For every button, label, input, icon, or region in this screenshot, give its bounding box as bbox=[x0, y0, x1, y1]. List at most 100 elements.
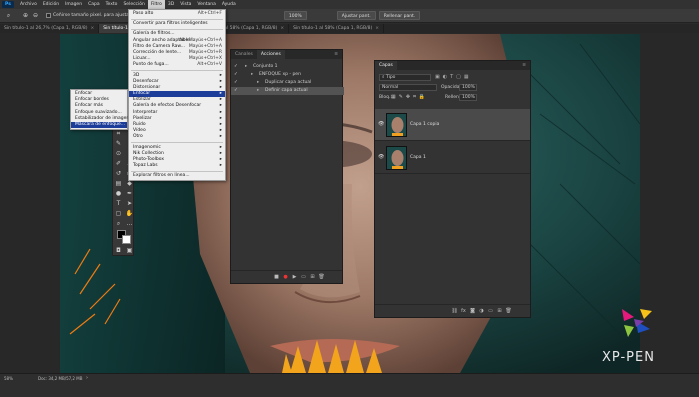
layer-style-icon[interactable]: fx bbox=[460, 308, 467, 315]
action-row[interactable]: ✓ ▸ Conjunto 1 bbox=[231, 63, 344, 71]
document-tab-label: Sin título-1 al 26,7% (Capa 1, RGB/8) bbox=[4, 26, 88, 31]
path-selection-tool-icon[interactable]: ➤ bbox=[125, 199, 134, 208]
action-check-icon[interactable]: ✓ bbox=[234, 87, 240, 95]
menu-vista[interactable]: Vista bbox=[177, 0, 194, 9]
expand-arrow-icon[interactable]: ▸ bbox=[251, 71, 253, 79]
document-tab[interactable]: Sin título-1 al 58% (Capa 1, RGB/8)× bbox=[289, 24, 385, 33]
new-set-icon[interactable]: ▭ bbox=[300, 274, 307, 281]
gradient-tool-icon[interactable]: ▤ bbox=[114, 179, 123, 188]
layer-row[interactable]: 👁 Capa 1 bbox=[375, 142, 530, 174]
status-arrow-icon[interactable]: › bbox=[86, 375, 88, 381]
menu-item-label: Pixelizar bbox=[133, 115, 152, 121]
stop-icon[interactable]: ■ bbox=[273, 274, 280, 281]
history-brush-tool-icon[interactable]: ↺ bbox=[114, 169, 123, 178]
panel-menu-icon[interactable]: ≡ bbox=[518, 61, 530, 70]
screen-mode-icon[interactable]: ▣ bbox=[125, 246, 134, 255]
menu-ventana[interactable]: Ventana bbox=[194, 0, 218, 9]
delete-action-icon[interactable]: 🗑 bbox=[318, 274, 325, 281]
menu-item[interactable]: Paso alto Alt+Ctrl+F bbox=[129, 11, 225, 17]
new-group-icon[interactable]: ▭ bbox=[487, 308, 494, 315]
layer-filter-select[interactable]: ⌕ Tipo bbox=[379, 74, 431, 81]
fit-screen-button[interactable]: Ajustar pant. bbox=[336, 11, 376, 20]
menu-edici-n[interactable]: Edición bbox=[40, 0, 62, 9]
opacity-input[interactable]: 100% bbox=[459, 84, 477, 91]
menu-imagen[interactable]: Imagen bbox=[62, 0, 85, 9]
menu-archivo[interactable]: Archivo bbox=[17, 0, 40, 9]
menu-item[interactable]: Punto de fuga... Alt+Ctrl+V bbox=[129, 62, 225, 68]
action-row[interactable]: ✓ ▸ ENFOQUE xp - pen bbox=[231, 71, 344, 79]
resize-windows-checkbox[interactable] bbox=[46, 13, 51, 18]
zoom-tool-icon[interactable]: ⌕ bbox=[114, 219, 123, 228]
menu-item-label: Estilizar bbox=[133, 97, 151, 103]
menu-item-label: Enfocar bbox=[75, 91, 93, 96]
play-icon[interactable]: ▶ bbox=[291, 274, 298, 281]
menu-item-label: Filtro de Camera Raw... bbox=[133, 43, 185, 49]
action-check-icon[interactable]: ✓ bbox=[234, 63, 240, 71]
action-row[interactable]: ✓ ▸ Definir capa actual bbox=[231, 87, 344, 95]
tab-actions[interactable]: Acciones bbox=[256, 50, 285, 59]
menu-bar-items: Archivo Edición Imagen Capa Texto Selección Fi… bbox=[17, 0, 239, 9]
crop-tool-icon[interactable]: ⌗ bbox=[114, 129, 123, 138]
lock-icons[interactable]: ▦✎✥⌗🔒 bbox=[391, 94, 428, 100]
fill-screen-button[interactable]: Rellenar pant. bbox=[378, 11, 421, 20]
menu-item-label: Otro bbox=[133, 134, 143, 140]
layer-row[interactable]: 👁 Capa 1 copia bbox=[375, 109, 530, 141]
zoom-tool-icon[interactable]: ⌕ bbox=[4, 11, 13, 20]
add-mask-icon[interactable]: ◙ bbox=[469, 308, 476, 315]
fill-input[interactable]: 100% bbox=[459, 94, 477, 101]
tab-channels[interactable]: Canales bbox=[231, 50, 257, 59]
layer-filter-icons[interactable]: ▣◐T▢▦ bbox=[435, 74, 515, 81]
dodge-tool-icon[interactable]: ● bbox=[114, 189, 123, 198]
eyedropper-tool-icon[interactable]: ✎ bbox=[114, 139, 123, 148]
type-tool-icon[interactable]: T bbox=[114, 199, 123, 208]
expand-arrow-icon[interactable]: ▸ bbox=[245, 63, 247, 71]
hand-tool-icon[interactable]: ✋ bbox=[125, 209, 134, 218]
action-check-icon[interactable]: ✓ bbox=[234, 71, 240, 79]
menu-item[interactable]: Convertir para filtros inteligentes bbox=[129, 21, 225, 27]
pen-tool-icon[interactable]: ✒ bbox=[125, 189, 134, 198]
actions-panel-tabs: Canales Acciones ≡ bbox=[231, 50, 342, 59]
new-layer-icon[interactable]: ⊞ bbox=[496, 308, 503, 315]
document-tab[interactable]: Sin título-1 al 26,7% (Capa 1, RGB/8) × bbox=[0, 24, 100, 33]
menu-capa[interactable]: Capa bbox=[85, 0, 103, 9]
more-tools-icon[interactable]: … bbox=[125, 219, 134, 228]
zoom-out-icon[interactable]: ⊖ bbox=[31, 11, 40, 20]
action-row[interactable]: ✓ ▸ Duplicar capa actual bbox=[231, 79, 344, 87]
action-check-icon[interactable]: ✓ bbox=[234, 79, 240, 87]
zoom-100-button[interactable]: 100% bbox=[283, 11, 307, 20]
expand-arrow-icon[interactable]: ▸ bbox=[257, 79, 259, 87]
adjustment-layer-icon[interactable]: ◑ bbox=[478, 308, 485, 315]
filter-menu: Paso alto Alt+Ctrl+F Convertir para filtro… bbox=[128, 9, 226, 181]
new-action-icon[interactable]: ⊞ bbox=[309, 274, 316, 281]
menu-3d[interactable]: 3D bbox=[165, 0, 177, 9]
record-icon[interactable]: ● bbox=[282, 274, 289, 281]
shape-tool-icon[interactable]: ▢ bbox=[114, 209, 123, 218]
menu-selecci-n[interactable]: Selección bbox=[120, 0, 147, 9]
resize-windows-label: Ceñirse tamaño pixel. para ajustar bbox=[53, 13, 131, 18]
visibility-eye-icon[interactable]: 👁 bbox=[378, 154, 384, 160]
blend-mode-select[interactable]: Normal bbox=[379, 84, 437, 91]
menu-item[interactable]: Explorar filtros en línea... bbox=[129, 173, 225, 179]
layers-panel-title[interactable]: Capas bbox=[375, 61, 397, 70]
menu-item[interactable]: Topaz Labs ▸ bbox=[129, 163, 225, 169]
delete-layer-icon[interactable]: 🗑 bbox=[505, 308, 512, 315]
close-tab-icon[interactable]: × bbox=[375, 26, 379, 31]
menu-item[interactable]: Otro ▸ bbox=[129, 134, 225, 140]
close-tab-icon[interactable]: × bbox=[90, 26, 94, 31]
close-tab-icon[interactable]: × bbox=[280, 26, 284, 31]
xp-pen-logo-mark bbox=[622, 309, 652, 337]
menu-texto[interactable]: Texto bbox=[103, 0, 121, 9]
visibility-eye-icon[interactable]: 👁 bbox=[378, 121, 384, 127]
zoom-in-icon[interactable]: ⊕ bbox=[21, 11, 30, 20]
menu-ayuda[interactable]: Ayuda bbox=[219, 0, 239, 9]
menu-filtro[interactable]: Filtro bbox=[147, 0, 165, 9]
zoom-level[interactable]: 58% bbox=[4, 376, 13, 381]
background-color-swatch[interactable] bbox=[122, 235, 131, 244]
quick-mask-icon[interactable]: ◘ bbox=[114, 246, 123, 255]
expand-arrow-icon[interactable]: ▸ bbox=[257, 87, 259, 95]
menu-item[interactable]: Máscara de enfoque... bbox=[71, 121, 127, 129]
link-layers-icon[interactable]: ⛓ bbox=[451, 308, 458, 315]
brush-tool-icon[interactable]: ✐ bbox=[114, 159, 123, 168]
healing-brush-tool-icon[interactable]: ⊙ bbox=[114, 149, 123, 158]
panel-menu-icon[interactable]: ≡ bbox=[330, 50, 342, 59]
